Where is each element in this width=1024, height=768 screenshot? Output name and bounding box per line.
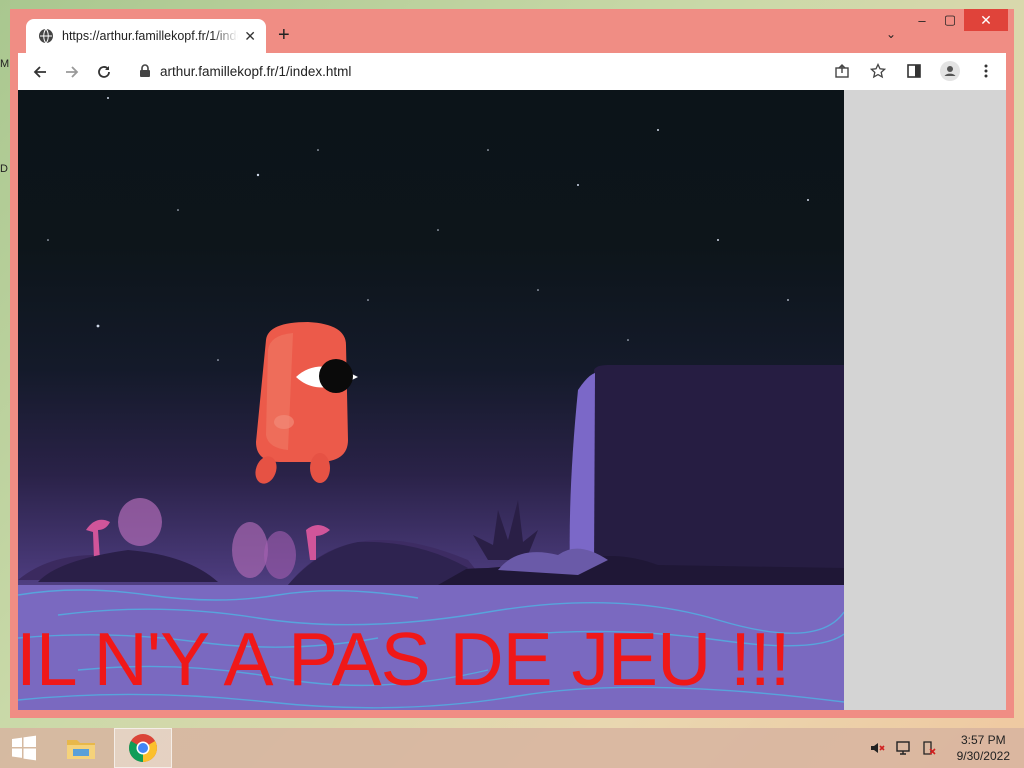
volume-muted-icon bbox=[870, 743, 885, 753]
desktop-icon-label: D bbox=[0, 163, 8, 175]
reload-button[interactable] bbox=[88, 56, 120, 88]
url-text: arthur.famillekopf.fr/1/index.html bbox=[160, 63, 352, 79]
address-bar[interactable]: arthur.famillekopf.fr/1/index.html bbox=[130, 57, 850, 85]
file-explorer-button[interactable] bbox=[58, 728, 104, 768]
star-icon bbox=[870, 63, 886, 79]
taskbar: 3:57 PM 9/30/2022 bbox=[0, 728, 1024, 768]
share-icon bbox=[835, 64, 849, 78]
volume-button[interactable] bbox=[867, 738, 887, 758]
clock-date: 9/30/2022 bbox=[956, 749, 1010, 763]
menu-button[interactable] bbox=[970, 55, 1002, 87]
action-center-icon bbox=[922, 741, 936, 755]
clock-time: 3:57 PM bbox=[960, 733, 1006, 747]
new-tab-button[interactable]: + bbox=[278, 25, 290, 45]
profile-icon bbox=[940, 61, 960, 81]
page-viewport: IL N'Y A PAS DE JEU !!! bbox=[18, 90, 1006, 710]
browser-window: – ▢ ✕ https://arthur.famillekopf.fr/1/in… bbox=[10, 9, 1014, 718]
tab-title: https://arthur.famillekopf.fr/1/index.ht… bbox=[62, 29, 238, 43]
globe-icon bbox=[39, 28, 53, 44]
back-button[interactable] bbox=[24, 56, 56, 88]
windows-start-icon bbox=[12, 735, 36, 761]
reload-icon bbox=[98, 65, 110, 78]
profile-button[interactable] bbox=[934, 55, 966, 87]
maximize-button[interactable]: ▢ bbox=[936, 9, 964, 31]
close-tab-button[interactable]: ✕ bbox=[244, 28, 256, 45]
lock-icon bbox=[140, 64, 150, 77]
action-center-button[interactable] bbox=[919, 738, 939, 758]
tab-search-button[interactable]: ⌄ bbox=[886, 27, 896, 41]
taskbar-clock[interactable]: 3:57 PM 9/30/2022 bbox=[957, 732, 1010, 764]
toolbar-actions bbox=[822, 55, 1002, 87]
waterfall bbox=[569, 373, 595, 570]
forward-button[interactable] bbox=[56, 56, 88, 88]
mound bbox=[38, 550, 218, 582]
stars bbox=[47, 97, 809, 391]
side-panel-button[interactable] bbox=[898, 55, 930, 87]
red-creature bbox=[255, 322, 358, 484]
menu-icon bbox=[984, 64, 988, 78]
plant bbox=[232, 522, 268, 578]
browser-tab[interactable]: https://arthur.famillekopf.fr/1/index.ht… bbox=[26, 19, 266, 53]
no-game-banner: IL N'Y A PAS DE JEU !!! bbox=[18, 617, 791, 701]
plant bbox=[264, 531, 296, 579]
bookmark-button[interactable] bbox=[862, 55, 894, 87]
side-panel-icon bbox=[907, 64, 921, 78]
share-button[interactable] bbox=[826, 55, 858, 87]
file-explorer-icon bbox=[67, 740, 95, 759]
plant bbox=[118, 498, 162, 546]
spiky-plant bbox=[473, 500, 538, 560]
game-canvas[interactable]: IL N'Y A PAS DE JEU !!! bbox=[18, 90, 844, 710]
forward-icon bbox=[66, 65, 79, 78]
window-controls: – ▢ ✕ bbox=[908, 9, 1008, 31]
start-button[interactable] bbox=[0, 728, 48, 768]
close-window-button[interactable]: ✕ bbox=[964, 9, 1008, 31]
chrome-taskbar-button[interactable] bbox=[114, 728, 172, 768]
system-tray: 3:57 PM 9/30/2022 bbox=[861, 728, 1010, 768]
network-button[interactable] bbox=[893, 738, 913, 758]
chrome-icon bbox=[129, 734, 157, 762]
network-icon bbox=[895, 741, 910, 755]
browser-toolbar: arthur.famillekopf.fr/1/index.html bbox=[18, 53, 1006, 90]
back-icon bbox=[33, 65, 46, 78]
desktop-icon-label: M bbox=[0, 58, 10, 70]
minimize-button[interactable]: – bbox=[908, 9, 936, 31]
